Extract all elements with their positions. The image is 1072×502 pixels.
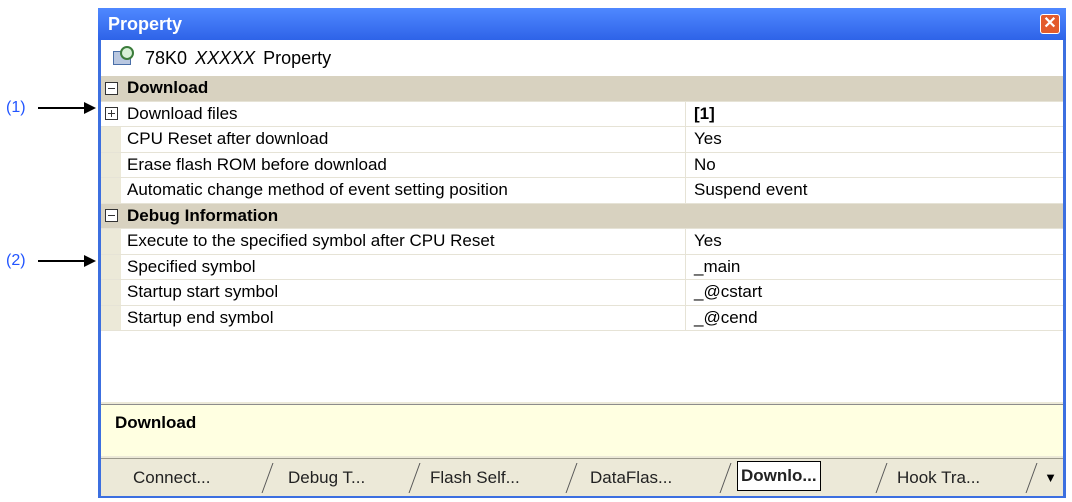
debug-tool-icon xyxy=(111,46,135,70)
tab-dataflash[interactable]: DataFlas... xyxy=(590,463,672,493)
property-name: Startup start symbol xyxy=(121,280,686,305)
tab-debug-tool[interactable]: Debug T... xyxy=(288,463,365,493)
more-tabs-icon[interactable]: ▼ xyxy=(1044,470,1057,485)
property-value[interactable]: No xyxy=(686,155,1063,175)
property-value[interactable]: Yes xyxy=(686,231,1063,251)
property-row[interactable]: Specified symbol _main xyxy=(101,254,1063,280)
tab-flash-self[interactable]: Flash Self... xyxy=(430,463,520,493)
property-row[interactable]: Startup start symbol _@cstart xyxy=(101,280,1063,306)
property-name: Specified symbol xyxy=(121,254,686,279)
property-name: Erase flash ROM before download xyxy=(121,152,686,177)
property-value[interactable]: _@cstart xyxy=(686,282,1063,302)
callout-2: (2) xyxy=(0,249,96,273)
category-label: Download xyxy=(127,78,209,98)
property-name: Automatic change method of event setting… xyxy=(121,178,686,203)
callout-label: (1) xyxy=(6,99,26,116)
property-row[interactable]: CPU Reset after download Yes xyxy=(101,127,1063,153)
tab-connect[interactable]: Connect... xyxy=(133,463,211,493)
arrow-icon xyxy=(38,253,96,269)
property-name: Execute to the specified symbol after CP… xyxy=(121,229,686,254)
callout-1: (1) xyxy=(0,96,96,120)
description-area: Download xyxy=(101,404,1063,456)
arrow-icon xyxy=(38,100,96,116)
property-value[interactable]: [1] xyxy=(686,104,1063,124)
header-suffix: Property xyxy=(263,47,332,68)
panel-title: Property xyxy=(108,13,183,34)
property-row[interactable]: Automatic change method of event setting… xyxy=(101,178,1063,204)
tab-download[interactable]: Downlo... xyxy=(737,461,821,491)
title-bar[interactable]: Property ✕ xyxy=(98,8,1066,40)
header-name: 78K0 xyxy=(145,47,188,68)
tab-bar: Connect... Debug T... Flash Self... Data… xyxy=(101,458,1063,496)
property-row[interactable]: Execute to the specified symbol after CP… xyxy=(101,229,1063,255)
property-panel: Property ✕ 78K0 XXXXX Property Download … xyxy=(98,8,1066,498)
expand-icon[interactable] xyxy=(101,107,121,121)
category-debug-information[interactable]: Debug Information xyxy=(101,203,1063,229)
collapse-icon[interactable] xyxy=(101,209,121,223)
property-value[interactable]: _@cend xyxy=(686,308,1063,328)
property-value[interactable]: Suspend event xyxy=(686,180,1063,200)
category-download[interactable]: Download xyxy=(101,76,1063,102)
tab-hook-transaction[interactable]: Hook Tra... xyxy=(897,463,980,493)
property-value[interactable]: Yes xyxy=(686,129,1063,149)
property-name: CPU Reset after download xyxy=(121,127,686,152)
property-row-download-files[interactable]: Download files [1] xyxy=(101,101,1063,127)
property-row[interactable]: Erase flash ROM before download No xyxy=(101,152,1063,178)
category-label: Debug Information xyxy=(127,205,279,225)
property-header: 78K0 XXXXX Property xyxy=(101,40,1063,77)
property-name: Download files xyxy=(121,101,686,126)
property-row[interactable]: Startup end symbol _@cend xyxy=(101,305,1063,331)
close-button[interactable]: ✕ xyxy=(1040,14,1060,34)
header-model: XXXXX xyxy=(195,47,256,68)
callout-label: (2) xyxy=(6,252,26,269)
property-value[interactable]: _main xyxy=(686,257,1063,277)
collapse-icon[interactable] xyxy=(101,81,121,95)
property-name: Startup end symbol xyxy=(121,305,686,330)
property-grid: Download Download files [1] CPU Reset af… xyxy=(101,76,1063,402)
